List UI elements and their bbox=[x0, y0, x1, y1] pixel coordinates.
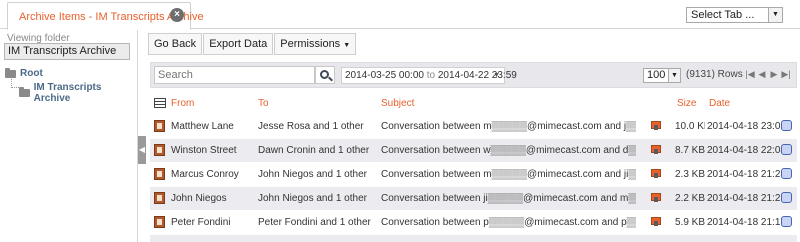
column-date[interactable]: Date bbox=[709, 98, 730, 109]
status-icon[interactable] bbox=[781, 120, 792, 131]
transcript-icon[interactable] bbox=[651, 193, 662, 203]
status-icon[interactable] bbox=[781, 168, 792, 179]
table-row[interactable]: Marcus Conroy John Niegos and 1 other Co… bbox=[150, 163, 797, 186]
cell-to: Jesse Rosa and 1 other bbox=[258, 121, 364, 132]
transcript-icon[interactable] bbox=[651, 217, 662, 227]
chevron-down-icon: ▼ bbox=[343, 42, 351, 49]
search-input[interactable] bbox=[154, 66, 315, 84]
tree-item-label: IM Transcripts Archive bbox=[33, 82, 102, 104]
cell-from: Peter Fondini bbox=[171, 217, 231, 228]
cell-date: 2014-04-18 23:03 bbox=[707, 121, 782, 132]
cell-size: 5.9 KB bbox=[675, 217, 705, 228]
cell-date: 2014-04-18 21:23 bbox=[707, 169, 782, 180]
cell-subject: Conversation between ji▒▒▒▒▒@mimecast.co… bbox=[381, 193, 636, 204]
cell-subject: Conversation between p▒▒▒▒▒@mimecast.com… bbox=[381, 217, 636, 228]
close-icon[interactable]: × bbox=[170, 8, 184, 22]
grid-header: From To Subject Size Date bbox=[150, 96, 797, 112]
table-row[interactable]: Peter Fondini Peter Fondini and 1 other … bbox=[150, 211, 797, 234]
collapse-handle[interactable]: ◀ bbox=[138, 136, 146, 164]
message-icon bbox=[154, 120, 165, 132]
chevron-down-icon: ▼ bbox=[493, 72, 500, 79]
table-row[interactable]: Winston Street Dawn Cronin and 1 other C… bbox=[150, 139, 797, 162]
cell-size: 2.2 KB bbox=[675, 193, 705, 204]
cell-subject: Conversation between m▒▒▒▒▒@mimecast.com… bbox=[381, 169, 636, 180]
column-to[interactable]: To bbox=[258, 98, 269, 109]
rows-per-page-value: 100 bbox=[647, 69, 666, 81]
viewing-folder-field: IM Transcripts Archive bbox=[4, 43, 130, 60]
cell-from: Winston Street bbox=[171, 145, 237, 156]
cell-to: Dawn Cronin and 1 other bbox=[258, 145, 370, 156]
next-page-icon[interactable]: ▶ bbox=[769, 69, 779, 80]
folder-panel: Viewing folder IM Transcripts Archive Ro… bbox=[0, 30, 138, 242]
cell-size: 2.3 KB bbox=[675, 169, 705, 180]
folder-icon bbox=[5, 67, 16, 78]
status-icon[interactable] bbox=[781, 192, 792, 203]
transcript-icon[interactable] bbox=[651, 169, 662, 179]
cell-to: John Niegos and 1 other bbox=[258, 193, 367, 204]
date-to-label: to bbox=[426, 70, 436, 81]
message-icon bbox=[154, 192, 165, 204]
prev-page-icon[interactable]: ◀ bbox=[757, 69, 767, 80]
chevron-down-icon[interactable]: ▼ bbox=[668, 69, 680, 82]
toolbar: Go Back Export Data Permissions ▼ bbox=[148, 33, 357, 55]
tree-item-im-transcripts[interactable]: IM Transcripts Archive bbox=[19, 82, 137, 104]
cell-date: 2014-04-18 21:15 bbox=[707, 217, 782, 228]
status-icon[interactable] bbox=[781, 216, 792, 227]
cell-from: Marcus Conroy bbox=[171, 169, 239, 180]
folder-icon bbox=[19, 87, 30, 97]
message-icon bbox=[154, 144, 165, 156]
transcript-icon[interactable] bbox=[651, 121, 662, 131]
tree-item-root[interactable]: Root bbox=[5, 67, 43, 79]
search-icon[interactable] bbox=[315, 66, 335, 84]
cell-from: Matthew Lane bbox=[171, 121, 234, 132]
status-icon[interactable] bbox=[781, 144, 792, 155]
table-row[interactable]: John Niegos John Niegos and 1 other Conv… bbox=[150, 187, 797, 210]
tree-item-label: Root bbox=[20, 68, 43, 79]
column-subject[interactable]: Subject bbox=[381, 98, 414, 109]
date-range-picker[interactable]: 2014-03-25 00:00 to 2014-04-22 23:59 ▼ bbox=[341, 67, 517, 84]
select-tab-value: Select Tab ... bbox=[691, 9, 755, 21]
date-to: 2014-04-22 23:59 bbox=[437, 70, 517, 81]
pager: |◀ ◀ ▶ ▶| bbox=[745, 69, 791, 80]
chevron-down-icon[interactable]: ▼ bbox=[768, 8, 782, 22]
cell-date: 2014-04-18 21:23 bbox=[707, 193, 782, 204]
go-back-button[interactable]: Go Back bbox=[148, 33, 203, 55]
export-data-button[interactable]: Export Data bbox=[203, 33, 274, 55]
cell-subject: Conversation between w▒▒▒▒▒@mimecast.com… bbox=[381, 145, 636, 156]
message-icon bbox=[154, 216, 165, 228]
cell-subject: Conversation between m▒▒▒▒▒@mimecast.com… bbox=[381, 121, 636, 132]
first-page-icon[interactable]: |◀ bbox=[745, 69, 755, 80]
column-from[interactable]: From bbox=[171, 98, 194, 109]
cell-size: 8.7 KB bbox=[675, 145, 705, 156]
main-panel: Go Back Export Data Permissions▼ 2014-03… bbox=[147, 30, 800, 242]
cell-from: John Niegos bbox=[171, 193, 227, 204]
select-tab-dropdown[interactable]: Select Tab ... ▼ bbox=[686, 7, 783, 23]
transcript-icon[interactable] bbox=[651, 145, 662, 155]
last-page-icon[interactable]: ▶| bbox=[781, 69, 791, 80]
cell-size: 10.0 KB bbox=[675, 121, 705, 132]
permissions-label: Permissions bbox=[280, 38, 341, 50]
column-chooser-icon[interactable] bbox=[154, 98, 166, 108]
cell-date: 2014-04-18 22:03 bbox=[707, 145, 782, 156]
table-row[interactable] bbox=[150, 235, 797, 242]
column-size[interactable]: Size bbox=[677, 98, 696, 109]
message-icon bbox=[154, 168, 165, 180]
permissions-button[interactable]: Permissions ▼ bbox=[274, 33, 357, 55]
tab-archive-items[interactable]: Archive Items - IM Transcripts Archive × bbox=[7, 2, 204, 30]
row-count: (9131) Rows bbox=[686, 69, 743, 80]
tree-connector bbox=[11, 79, 19, 88]
cell-to: Peter Fondini and 1 other bbox=[258, 217, 371, 228]
search-handle bbox=[328, 76, 333, 82]
rows-per-page-select[interactable]: 100 ▼ bbox=[643, 68, 681, 83]
cell-to: John Niegos and 1 other bbox=[258, 169, 367, 180]
date-from: 2014-03-25 00:00 bbox=[345, 70, 424, 81]
table-row[interactable]: Matthew Lane Jesse Rosa and 1 other Conv… bbox=[150, 115, 797, 138]
tab-strip: Archive Items - IM Transcripts Archive ×… bbox=[0, 0, 800, 30]
filter-bar: 2014-03-25 00:00 to 2014-04-22 23:59 ▼ 1… bbox=[150, 62, 797, 88]
